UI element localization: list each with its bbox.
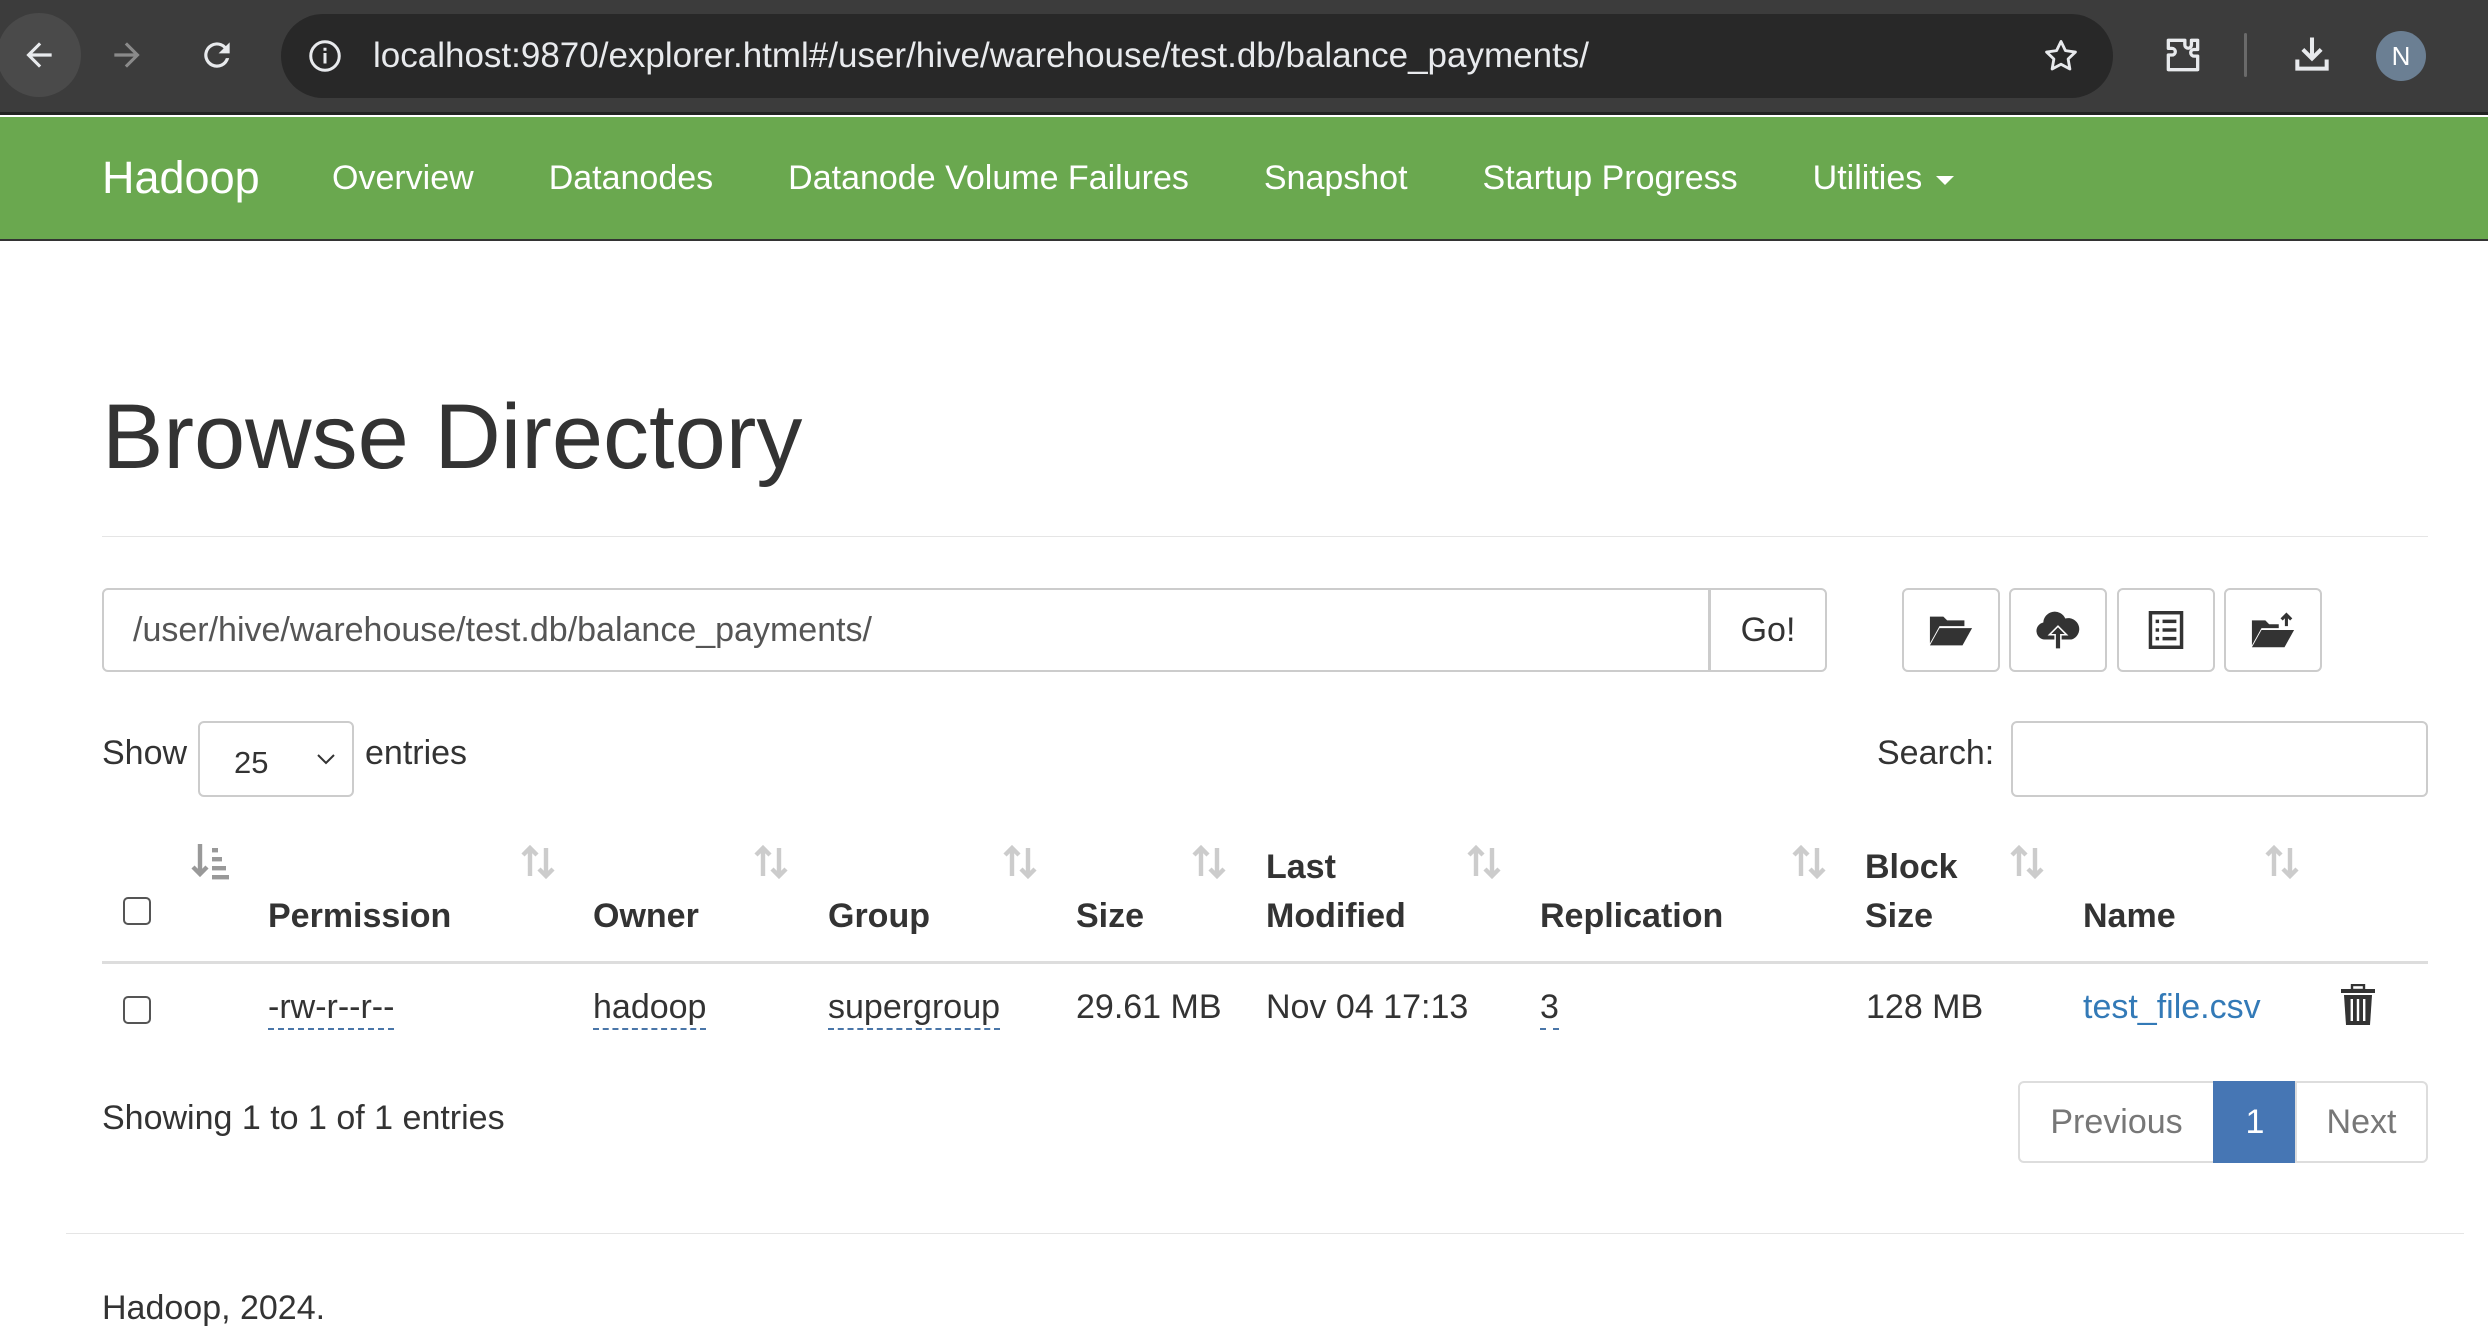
- sort-icon[interactable]: [2007, 842, 2047, 882]
- sort-amount-down-icon[interactable]: [190, 842, 230, 882]
- column-header-owner[interactable]: Owner: [593, 892, 699, 941]
- sort-icon[interactable]: [1464, 842, 1504, 882]
- nav-item-utilities-label: Utilities: [1812, 159, 1923, 197]
- entries-select-value: 25: [234, 745, 269, 780]
- nav-item-snapshot[interactable]: Snapshot: [1264, 117, 1408, 239]
- cell-replication[interactable]: 3: [1540, 988, 1559, 1030]
- site-info-icon[interactable]: [301, 32, 349, 80]
- go-button[interactable]: Go!: [1709, 588, 1827, 672]
- download-icon[interactable]: [2286, 28, 2338, 80]
- folder-open-icon: [1929, 616, 1973, 646]
- nav-item-datanodes[interactable]: Datanodes: [549, 117, 713, 239]
- nav-item-utilities[interactable]: Utilities: [1813, 117, 1955, 239]
- upload-files-button[interactable]: [2009, 588, 2107, 672]
- folder-upload-button[interactable]: [2224, 588, 2322, 672]
- column-header-block-size[interactable]: Block Size: [1865, 843, 1958, 941]
- hadoop-navbar: Hadoop Overview Datanodes Datanode Volum…: [0, 117, 2488, 241]
- sort-icon[interactable]: [751, 842, 791, 882]
- reload-icon: [204, 42, 230, 68]
- sort-icon[interactable]: [2262, 842, 2302, 882]
- title-divider: [102, 536, 2428, 537]
- back-button[interactable]: [0, 13, 81, 97]
- navbar-menu: Overview Datanodes Datanode Volume Failu…: [332, 117, 2029, 239]
- browser-toolbar: localhost:9870/explorer.html#/user/hive/…: [0, 0, 2488, 115]
- previous-page-button[interactable]: Previous: [2018, 1081, 2215, 1163]
- permission-value[interactable]: -rw-r--r--: [268, 988, 395, 1030]
- forward-button[interactable]: [85, 13, 169, 97]
- arrow-left-icon: [26, 42, 52, 68]
- entries-per-page-select[interactable]: 25: [198, 721, 354, 797]
- select-all-checkbox[interactable]: [123, 897, 151, 925]
- list-alt-icon: [2148, 611, 2184, 649]
- reload-button[interactable]: [175, 13, 259, 97]
- create-directory-button[interactable]: [1902, 588, 2000, 672]
- page-1-button[interactable]: 1: [2213, 1081, 2297, 1163]
- arrow-right-icon: [114, 42, 140, 68]
- cell-permission[interactable]: -rw-r--r--: [268, 988, 395, 1030]
- cell-last-modified: Nov 04 17:13: [1266, 988, 1469, 1026]
- star-icon[interactable]: [2039, 34, 2083, 78]
- url-text[interactable]: localhost:9870/explorer.html#/user/hive/…: [373, 14, 1589, 98]
- column-header-last-modified-line1: Last: [1266, 848, 1336, 886]
- chevron-down-icon: [317, 754, 335, 765]
- column-header-group[interactable]: Group: [828, 892, 930, 941]
- directory-path-input[interactable]: [102, 588, 1710, 672]
- owner-value[interactable]: hadoop: [593, 988, 707, 1030]
- cell-block-size: 128 MB: [1866, 988, 1984, 1026]
- cut-paste-button[interactable]: [2117, 588, 2215, 672]
- toolbar-divider: [2244, 33, 2247, 77]
- cell-size: 29.61 MB: [1076, 988, 1222, 1026]
- entries-label: entries: [365, 734, 468, 772]
- column-header-block-size-line1: Block: [1865, 848, 1958, 886]
- footer-text: Hadoop, 2024.: [102, 1289, 326, 1327]
- cloud-upload-icon: [2036, 611, 2080, 650]
- nav-item-startup-progress[interactable]: Startup Progress: [1483, 117, 1738, 239]
- column-header-name[interactable]: Name: [2083, 892, 2176, 941]
- sort-icon[interactable]: [1189, 842, 1229, 882]
- show-label: Show: [102, 734, 188, 772]
- file-name-link[interactable]: test_file.csv: [2083, 988, 2261, 1027]
- search-input[interactable]: [2011, 721, 2428, 797]
- cell-owner[interactable]: hadoop: [593, 988, 707, 1030]
- page-title: Browse Directory: [102, 386, 803, 488]
- table-info: Showing 1 to 1 of 1 entries: [102, 1099, 505, 1137]
- nav-item-datanode-volume-failures[interactable]: Datanode Volume Failures: [788, 117, 1189, 239]
- profile-avatar[interactable]: N: [2376, 31, 2426, 81]
- column-header-last-modified[interactable]: Last Modified: [1266, 843, 1406, 941]
- sort-icon[interactable]: [1000, 842, 1040, 882]
- sort-icon[interactable]: [1789, 842, 1829, 882]
- nav-item-overview[interactable]: Overview: [332, 117, 474, 239]
- caret-down-icon: [1936, 175, 1955, 185]
- next-page-button[interactable]: Next: [2295, 1081, 2428, 1163]
- column-header-last-modified-line2: Modified: [1266, 897, 1406, 935]
- replication-value[interactable]: 3: [1540, 988, 1559, 1030]
- trash-icon[interactable]: [2340, 984, 2376, 1026]
- table-header-divider: [102, 961, 2428, 964]
- cell-group[interactable]: supergroup: [828, 988, 1001, 1030]
- sort-icon[interactable]: [518, 842, 558, 882]
- row-checkbox[interactable]: [123, 996, 151, 1024]
- footer-divider: [66, 1233, 2464, 1234]
- group-value[interactable]: supergroup: [828, 988, 1001, 1030]
- column-header-permission[interactable]: Permission: [268, 892, 451, 941]
- address-bar[interactable]: localhost:9870/explorer.html#/user/hive/…: [281, 14, 2113, 98]
- navbar-brand[interactable]: Hadoop: [102, 117, 260, 239]
- column-header-size[interactable]: Size: [1076, 892, 1144, 941]
- column-header-block-size-line2: Size: [1865, 897, 1934, 935]
- search-label: Search:: [1877, 734, 1995, 772]
- extensions-icon[interactable]: [2158, 30, 2208, 80]
- folder-upload-icon: [2251, 612, 2295, 648]
- column-header-replication[interactable]: Replication: [1540, 892, 1723, 941]
